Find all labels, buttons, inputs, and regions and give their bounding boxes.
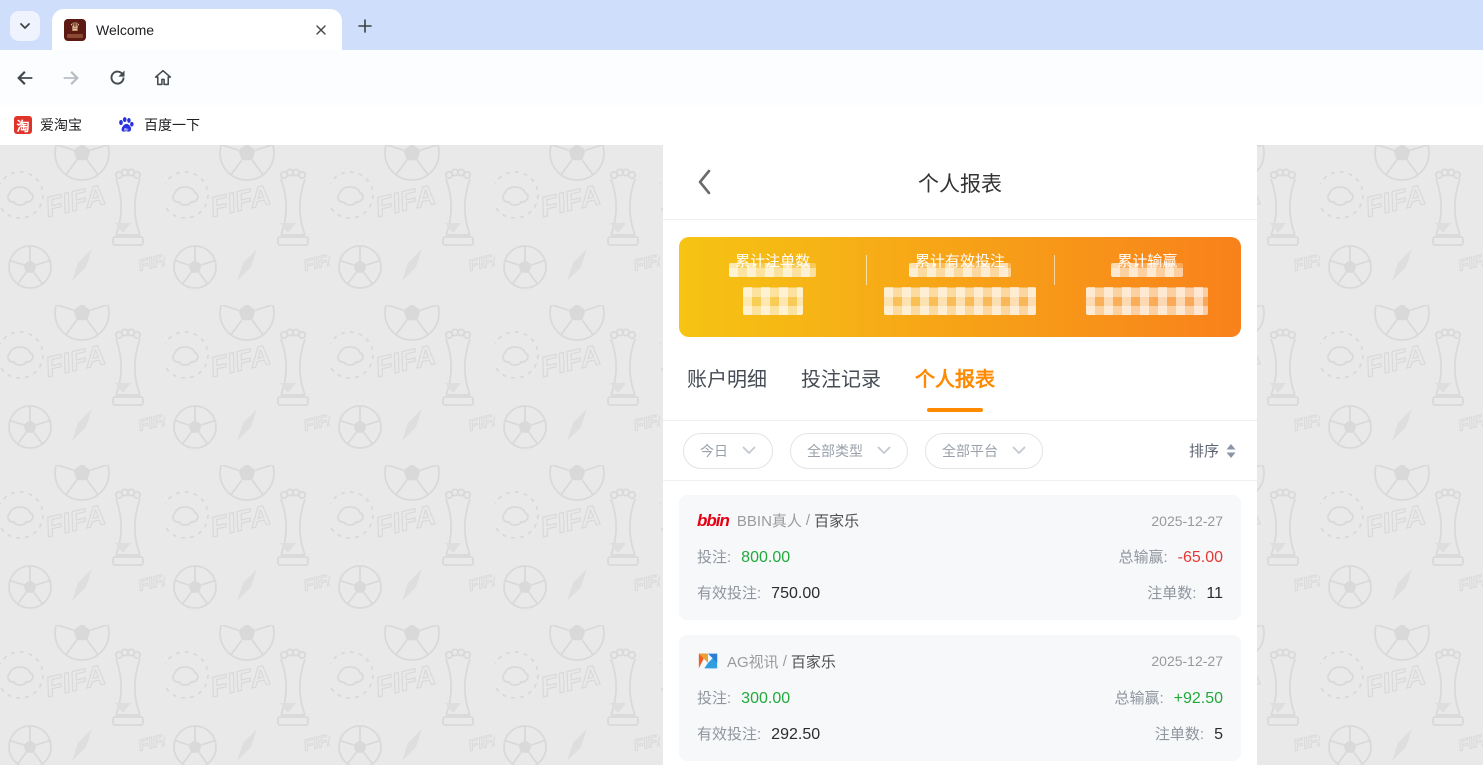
taobao-icon: 淘: [14, 116, 32, 134]
valid-bet-label: 有效投注:: [697, 582, 761, 603]
favicon-emblem-icon: ♛: [70, 22, 81, 32]
censored-value: [884, 287, 1036, 315]
bookmark-taobao[interactable]: 淘 爱淘宝: [14, 115, 82, 135]
page-background: FIFA: [0, 145, 1483, 765]
winloss-label: 总输赢:: [1114, 687, 1163, 708]
sort-control[interactable]: 排序: [1189, 440, 1237, 461]
censor-mosaic: [909, 263, 1011, 277]
provider-name: BBIN真人: [737, 510, 802, 531]
summary-card: 累计注单数 累计有效投注 累计输赢: [679, 237, 1241, 337]
filter-label: 全部类型: [807, 441, 863, 461]
stat-valid-bet: 累计有效投注: [866, 237, 1053, 337]
tab-title: Welcome: [96, 22, 312, 38]
filter-bar: 今日 全部类型 全部平台 排序: [663, 421, 1257, 481]
censor-mosaic: [729, 263, 816, 277]
censored-value: [1086, 287, 1208, 315]
favicon-band: [67, 34, 83, 38]
tab-search-button[interactable]: [10, 11, 40, 41]
home-button[interactable]: [148, 63, 178, 93]
provider-name: AG视讯: [727, 651, 779, 672]
panel-header: 个人报表: [663, 145, 1257, 220]
separator: /: [783, 653, 787, 670]
browser-window: ♛ Welcome: [0, 0, 1483, 765]
chevron-down-icon: [877, 446, 891, 455]
tab-strip: ♛ Welcome: [0, 0, 1483, 50]
bet-label: 投注:: [697, 546, 731, 567]
record-date: 2025-12-27: [1151, 653, 1223, 669]
plus-icon: [357, 18, 373, 34]
new-tab-button[interactable]: [352, 13, 378, 39]
forward-arrow-icon: [60, 67, 82, 89]
separator: /: [806, 512, 810, 529]
tab-close-button[interactable]: [312, 21, 330, 39]
chevron-down-icon: [742, 446, 756, 455]
back-arrow-icon: [14, 67, 36, 89]
winloss-value: +92.50: [1174, 690, 1223, 708]
date-filter-dropdown[interactable]: 今日: [683, 433, 773, 469]
count-label: 注单数:: [1155, 723, 1204, 744]
reload-icon: [107, 67, 128, 88]
tab-account-detail[interactable]: 账户明细: [687, 363, 767, 420]
ag-logo-icon: [697, 650, 719, 672]
tab-personal-report[interactable]: 个人报表: [915, 363, 995, 420]
forward-button[interactable]: [56, 63, 86, 93]
censored-value: [743, 287, 803, 315]
valid-bet-value: 750.00: [771, 585, 820, 603]
winloss-label: 总输赢:: [1118, 546, 1167, 567]
svg-text:du: du: [124, 127, 128, 131]
filter-label: 今日: [700, 441, 728, 461]
type-filter-dropdown[interactable]: 全部类型: [790, 433, 908, 469]
site-favicon: ♛: [64, 19, 86, 41]
stat-total-bets: 累计注单数: [679, 237, 866, 337]
home-icon: [152, 67, 174, 89]
record-date: 2025-12-27: [1151, 513, 1223, 529]
winloss-value: -65.00: [1178, 549, 1223, 567]
browser-tab[interactable]: ♛ Welcome: [52, 9, 342, 50]
count-value: 5: [1214, 726, 1223, 744]
record-card-bbin[interactable]: bbin BBIN真人 / 百家乐 2025-12-27 投注: 800.00 …: [679, 495, 1241, 620]
sort-label: 排序: [1189, 440, 1219, 461]
chevron-down-icon: [1012, 446, 1026, 455]
bbin-logo: bbin: [697, 511, 729, 531]
bookmark-label: 爱淘宝: [40, 115, 82, 135]
valid-bet-value: 292.50: [771, 726, 820, 744]
game-name: 百家乐: [791, 651, 836, 672]
page-title: 个人报表: [663, 145, 1257, 220]
bookmarks-bar: 淘 爱淘宝 du 百度一下: [0, 105, 1483, 145]
platform-filter-dropdown[interactable]: 全部平台: [925, 433, 1043, 469]
back-button[interactable]: [10, 63, 40, 93]
bookmark-label: 百度一下: [144, 115, 200, 135]
baidu-paw-icon: du: [116, 115, 136, 135]
record-card-ag[interactable]: AG视讯 / 百家乐 2025-12-27 投注: 300.00 总输赢: +9…: [679, 635, 1241, 761]
browser-toolbar: 175616.cc/reports/index?tab=1: [0, 50, 1483, 105]
valid-bet-label: 有效投注:: [697, 723, 761, 744]
report-panel: 个人报表 累计注单数 累计有效投注: [663, 145, 1257, 765]
stat-winloss: 累计输赢: [1054, 237, 1241, 337]
bet-value: 800.00: [741, 549, 790, 567]
tab-bet-records[interactable]: 投注记录: [801, 363, 881, 420]
filter-label: 全部平台: [942, 441, 998, 461]
chevron-down-icon: [18, 19, 32, 33]
bet-value: 300.00: [741, 690, 790, 708]
report-tabs: 账户明细 投注记录 个人报表: [663, 363, 1257, 421]
bet-label: 投注:: [697, 687, 731, 708]
count-label: 注单数:: [1147, 582, 1196, 603]
reload-button[interactable]: [102, 63, 132, 93]
records-list: bbin BBIN真人 / 百家乐 2025-12-27 投注: 800.00 …: [663, 481, 1257, 765]
close-icon: [315, 24, 327, 36]
game-name: 百家乐: [814, 510, 859, 531]
sort-arrows-icon: [1225, 443, 1237, 459]
bookmark-baidu[interactable]: du 百度一下: [116, 115, 200, 135]
count-value: 11: [1206, 585, 1223, 603]
censor-mosaic: [1111, 263, 1183, 277]
